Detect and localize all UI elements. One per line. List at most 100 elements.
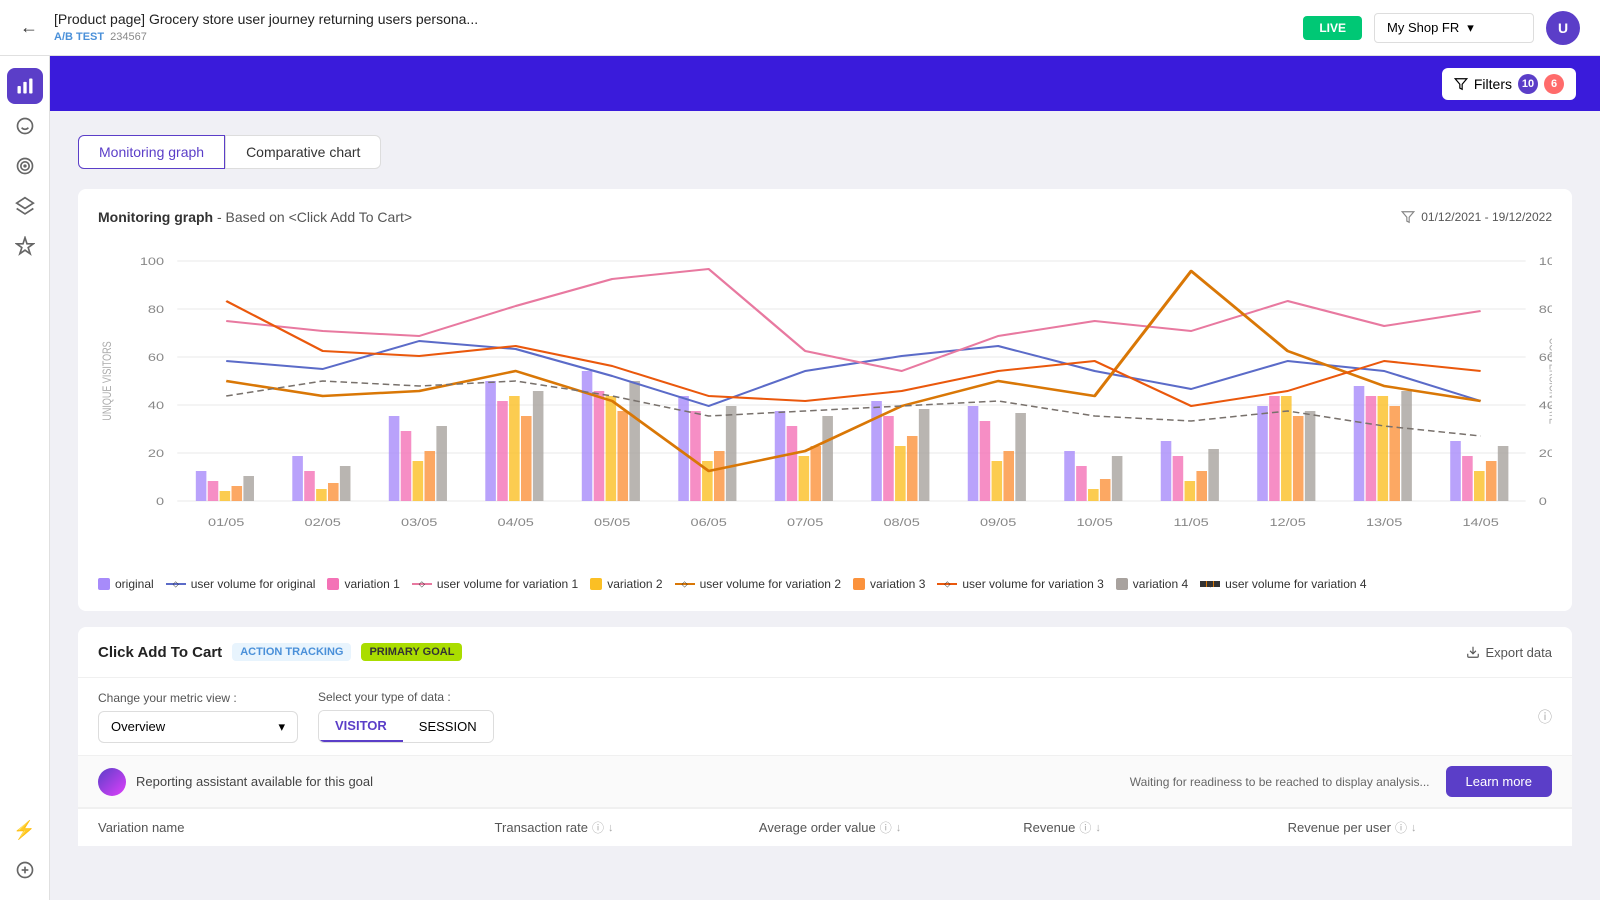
waiting-text: Waiting for readiness to be reached to d… [1130,775,1430,789]
legend-variation2: variation 2 [590,577,662,591]
svg-text:14/05: 14/05 [1462,516,1498,529]
shop-selector[interactable]: My Shop FR ▾ [1374,13,1534,43]
col-revenue-per-user-label: Revenue per user [1288,820,1391,835]
legend-label-user-vol-v3: user volume for variation 3 [962,577,1103,591]
goal-title: Click Add To Cart [98,644,222,661]
sidebar-icon-smile[interactable] [7,108,43,144]
legend-label-v2: variation 2 [607,577,662,591]
svg-text:09/05: 09/05 [980,516,1016,529]
filters-label: Filters [1474,76,1512,92]
title-section: [Product page] Grocery store user journe… [54,11,1303,45]
sidebar: ⚡ [0,56,50,900]
svg-text:CONVERSION RATE: CONVERSION RATE [1546,338,1552,424]
col-transaction-rate: Transaction rate ⓘ ↓ [495,819,759,836]
svg-text:100: 100 [140,255,164,268]
legend-color-v1 [327,578,339,590]
sort-icon-avg-order[interactable]: ↓ [896,822,902,834]
chevron-down-icon: ▾ [278,719,285,735]
avatar[interactable]: U [1546,11,1580,45]
legend-label-v3: variation 3 [870,577,925,591]
goal-header: Click Add To Cart ACTION TRACKING PRIMAR… [78,627,1572,678]
assistant-icon [98,768,126,796]
sort-icon-rev-per-user[interactable]: ↓ [1411,822,1417,834]
metric-select[interactable]: Overview ▾ [98,711,298,743]
legend-user-vol-v2: ◇ user volume for variation 2 [675,577,841,591]
badge-primary: PRIMARY GOAL [361,643,462,661]
export-button[interactable]: Export data [1466,645,1553,660]
chart-section: Monitoring graph - Based on <Click Add T… [78,189,1572,611]
sidebar-icon-add[interactable] [7,852,43,888]
date-range-text: 01/12/2021 - 19/12/2022 [1421,210,1552,224]
filters-button[interactable]: Filters 10 6 [1442,68,1576,100]
legend-variation4: variation 4 [1116,577,1188,591]
legend-line-user-vol-v3: ◇ [937,583,957,585]
chart-title: Monitoring graph - Based on <Click Add T… [98,209,412,225]
svg-text:13/05: 13/05 [1366,516,1402,529]
learn-more-button[interactable]: Learn more [1446,766,1552,797]
legend-original: original [98,577,154,591]
svg-text:60: 60 [148,351,164,364]
sidebar-icon-sparkle[interactable] [7,228,43,264]
tab-monitoring[interactable]: Monitoring graph [78,135,225,169]
chart-svg: 100 80 60 40 20 0 100 80 60 40 20 0 [98,241,1552,561]
metric-label: Change your metric view : [98,691,298,705]
legend-color-v4 [1116,578,1128,590]
sidebar-icon-target[interactable] [7,148,43,184]
info-icon-revenue[interactable]: ⓘ [1079,819,1091,836]
svg-text:40: 40 [148,399,164,412]
legend-label-user-vol-v2: user volume for variation 2 [700,577,841,591]
col-revenue: Revenue ⓘ ↓ [1023,819,1287,836]
legend-label-user-vol-orig: user volume for original [191,577,316,591]
back-button[interactable]: ← [20,17,38,38]
export-label: Export data [1486,645,1553,660]
session-btn[interactable]: SESSION [403,711,493,742]
svg-text:10/05: 10/05 [1076,516,1112,529]
legend-line-user-vol-v4: ◇ [1200,581,1220,587]
svg-text:80: 80 [148,303,164,316]
info-icon-avg-order[interactable]: ⓘ [880,819,892,836]
table-header: Variation name Transaction rate ⓘ ↓ Aver… [78,808,1572,846]
legend-variation1: variation 1 [327,577,399,591]
col-transaction-rate-label: Transaction rate [495,820,588,835]
sidebar-icon-bolt[interactable]: ⚡ [7,812,43,848]
svg-text:20: 20 [148,447,164,460]
sort-icon-transaction[interactable]: ↓ [608,822,614,834]
legend-label-v1: variation 1 [344,577,399,591]
content-area: Filters 10 6 Monitoring graph Comparativ… [50,56,1600,900]
legend-color-original [98,578,110,590]
info-icon-transaction[interactable]: ⓘ [592,819,604,836]
svg-text:100: 100 [1539,255,1552,268]
legend-color-v3 [853,578,865,590]
col-revenue-label: Revenue [1023,820,1075,835]
sidebar-icon-layers[interactable] [7,188,43,224]
tab-comparative[interactable]: Comparative chart [225,135,381,169]
main-content: Monitoring graph Comparative chart Monit… [50,111,1600,870]
legend-label-v4: variation 4 [1133,577,1188,591]
top-bar: ← [Product page] Grocery store user jour… [0,0,1600,56]
col-revenue-per-user: Revenue per user ⓘ ↓ [1288,819,1552,836]
sidebar-icon-stats[interactable] [7,68,43,104]
svg-text:06/05: 06/05 [691,516,727,529]
assistant-text: Reporting assistant available for this g… [136,774,373,789]
badge-action: ACTION TRACKING [232,643,351,661]
legend-user-vol-orig: ◇ user volume for original [166,577,316,591]
filter-count-2: 6 [1544,74,1564,94]
info-icon-rev-per-user[interactable]: ⓘ [1395,819,1407,836]
tab-group: Monitoring graph Comparative chart [78,135,1572,169]
col-variation-name: Variation name [98,819,495,836]
col-variation-name-label: Variation name [98,820,184,835]
svg-text:80: 80 [1539,303,1552,316]
sort-icon-revenue[interactable]: ↓ [1095,822,1101,834]
visitor-btn[interactable]: VISITOR [319,711,403,742]
chart-legend: original ◇ user volume for original vari… [98,577,1552,591]
chart-wrapper: 100 80 60 40 20 0 100 80 60 40 20 0 [98,241,1552,561]
chart-title-text: Monitoring graph [98,209,213,225]
svg-text:07/05: 07/05 [787,516,823,529]
metric-section: Change your metric view : Overview ▾ [98,691,298,743]
info-icon[interactable]: ⓘ [1538,707,1552,727]
legend-user-vol-v1: ◇ user volume for variation 1 [412,577,578,591]
legend-user-vol-v3: ◇ user volume for variation 3 [937,577,1103,591]
svg-text:11/05: 11/05 [1174,516,1209,529]
chart-subtitle: - Based on <Click Add To Cart> [213,209,412,225]
filter-small-icon [1401,210,1415,224]
